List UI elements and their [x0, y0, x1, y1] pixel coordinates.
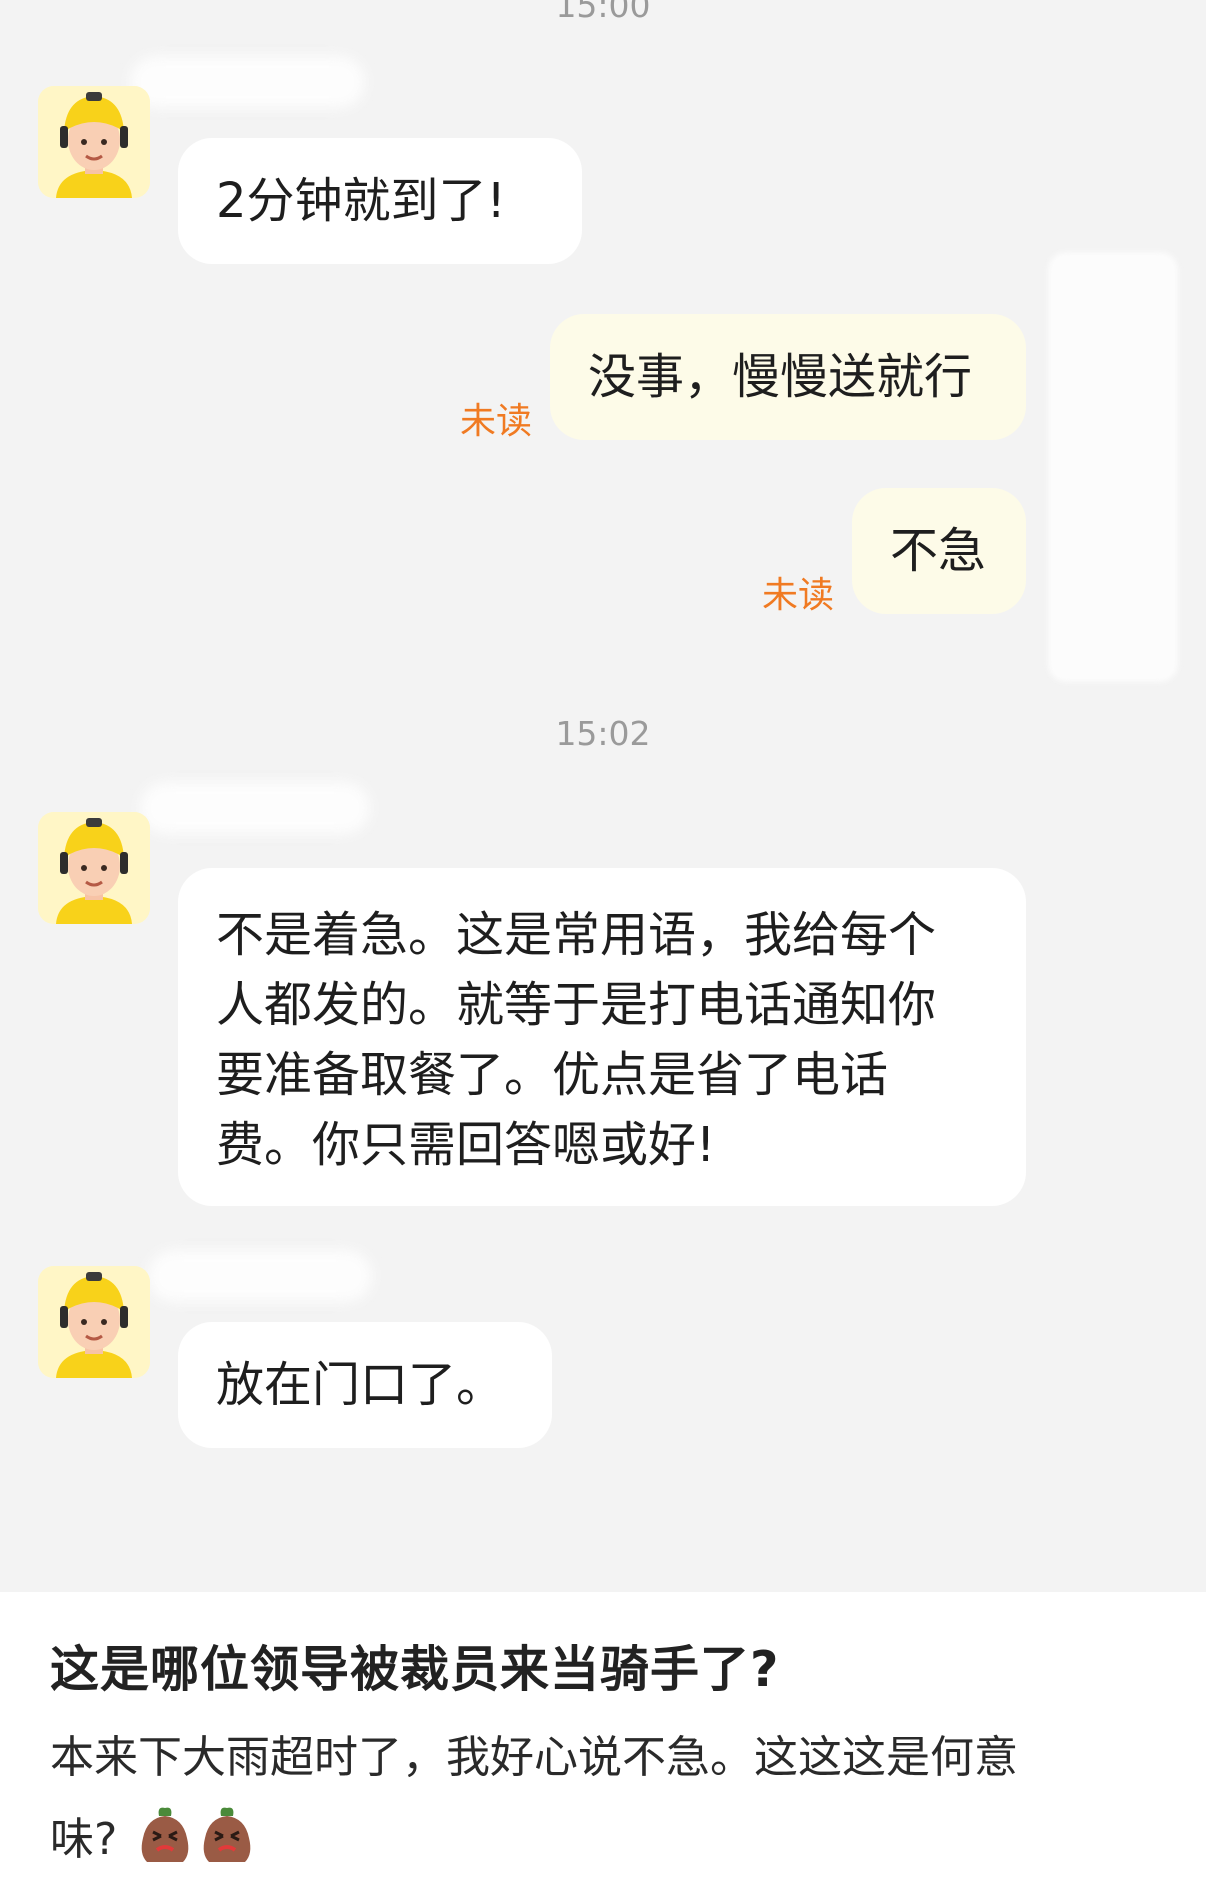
post-body-line: 味? [50, 1814, 118, 1865]
message-bubble-outgoing[interactable]: 没事，慢慢送就行 [550, 314, 1026, 440]
sender-name-redacted [148, 1250, 372, 1302]
sender-name-redacted [130, 56, 365, 108]
post-body: 本来下大雨超时了，我好心说不急。这这这是何意 味? [50, 1717, 1110, 1881]
redacted-avatar-scribble [1048, 252, 1178, 682]
cursing-face-icon [137, 1804, 193, 1864]
courier-avatar[interactable] [38, 812, 150, 924]
unread-status: 未读 [762, 575, 835, 616]
message-bubble-outgoing[interactable]: 不急 [852, 488, 1026, 614]
courier-avatar-icon [38, 86, 150, 198]
message-text: 不急 [890, 523, 987, 579]
message-bubble-incoming[interactable]: 2分钟就到了! [178, 138, 582, 264]
message-text: 2分钟就到了! [216, 173, 506, 229]
timestamp: 15:02 [555, 714, 651, 753]
courier-avatar[interactable] [38, 1266, 150, 1378]
courier-avatar-icon [38, 812, 150, 924]
message-bubble-incoming[interactable]: 放在门口了。 [178, 1322, 552, 1448]
chat-area: 15:00 2分钟就到了! 未读 没事，慢慢送就行 未读 不急 15:02 不是… [0, 0, 1206, 1592]
post-body-line: 本来下大雨超时了，我好心说不急。这这这是何意 [50, 1732, 1018, 1783]
courier-avatar[interactable] [38, 86, 150, 198]
unread-status: 未读 [460, 401, 533, 442]
cursing-face-icon [199, 1804, 255, 1864]
message-text: 不是着急。这是常用语，我给每个人都发的。就等于是打电话通知你要准备取餐了。优点是… [216, 907, 937, 1173]
message-bubble-incoming[interactable]: 不是着急。这是常用语，我给每个人都发的。就等于是打电话通知你要准备取餐了。优点是… [178, 868, 1026, 1206]
post-caption: 这是哪位领导被裁员来当骑手了? 本来下大雨超时了，我好心说不急。这这这是何意 味… [0, 1592, 1206, 1888]
sender-name-redacted [140, 782, 370, 834]
message-text: 放在门口了。 [216, 1357, 505, 1413]
courier-avatar-icon [38, 1266, 150, 1378]
message-text: 没事，慢慢送就行 [588, 349, 973, 405]
timestamp: 15:00 [555, 0, 651, 25]
post-title: 这是哪位领导被裁员来当骑手了? [50, 1641, 780, 1698]
